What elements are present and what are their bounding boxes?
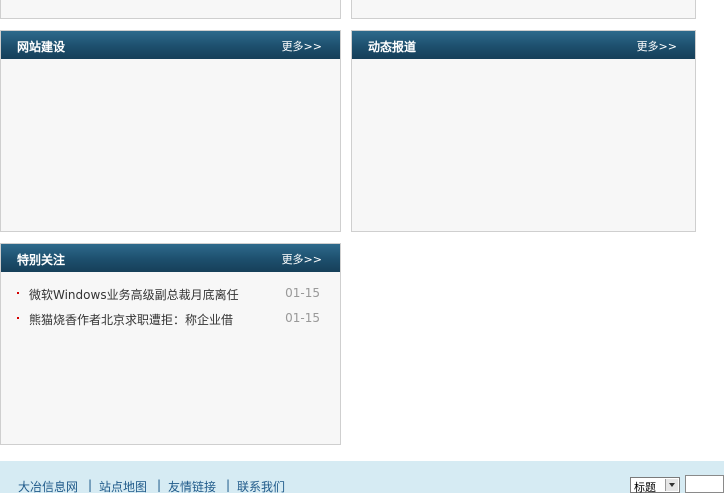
search-type-select[interactable]: 标题	[630, 477, 680, 494]
footer-link-contact[interactable]: 联系我们	[237, 478, 285, 495]
panel-news-reports: 动态报道 更多>>	[351, 30, 696, 232]
news-title-link[interactable]: 微软Windows业务高级副总裁月底离任	[29, 286, 239, 303]
panel-website-building: 网站建设 更多>>	[0, 30, 341, 232]
footer-link-friends[interactable]: 友情链接	[168, 478, 216, 495]
news-title-link[interactable]: 熊猫烧香作者北京求职遭拒：称企业借	[29, 311, 233, 328]
panel-header: 网站建设 更多>>	[1, 31, 340, 59]
top-right-panel-remnant	[351, 0, 696, 19]
panel-title: 动态报道	[368, 40, 417, 54]
list-item: 熊猫烧香作者北京求职遭拒：称企业借 01-15	[1, 311, 340, 336]
panel-special-focus: 特别关注 更多>> 微软Windows业务高级副总裁月底离任 01-15 熊猫烧…	[0, 243, 341, 445]
footer-separator: |	[157, 478, 162, 492]
bullet-icon	[17, 317, 19, 319]
top-left-panel-remnant	[0, 0, 341, 19]
more-link[interactable]: 更多>>	[282, 38, 322, 54]
footer-separator: |	[88, 478, 93, 492]
news-list: 微软Windows业务高级副总裁月底离任 01-15 熊猫烧香作者北京求职遭拒：…	[1, 286, 340, 336]
panel-header: 动态报道 更多>>	[352, 31, 695, 59]
news-date: 01-15	[285, 286, 320, 300]
news-date: 01-15	[285, 311, 320, 325]
list-item: 微软Windows业务高级副总裁月底离任 01-15	[1, 286, 340, 311]
search-input[interactable]	[685, 475, 724, 493]
panel-title: 网站建设	[17, 40, 66, 54]
footer-link-home[interactable]: 大冶信息网	[18, 478, 78, 495]
chevron-down-icon[interactable]	[665, 479, 678, 491]
bullet-icon	[17, 292, 19, 294]
footer-bar: 大冶信息网 | 站点地图 | 友情链接 | 联系我们 标题	[0, 461, 724, 495]
more-link[interactable]: 更多>>	[637, 38, 677, 54]
panel-title: 特别关注	[17, 253, 66, 267]
panel-header: 特别关注 更多>>	[1, 244, 340, 272]
more-link[interactable]: 更多>>	[282, 251, 322, 267]
footer-separator: |	[226, 478, 231, 492]
footer-link-sitemap[interactable]: 站点地图	[99, 478, 147, 495]
